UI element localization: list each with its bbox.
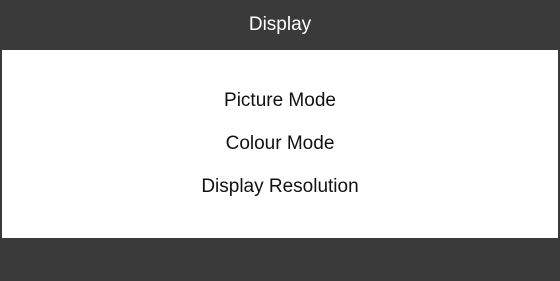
- menu-item-colour-mode[interactable]: Colour Mode: [214, 122, 347, 165]
- title-bar: Display: [2, 0, 558, 50]
- osd-display-menu: Display Picture Mode Colour Mode Display…: [0, 0, 560, 281]
- menu-list: Picture Mode Colour Mode Display Resolut…: [2, 50, 558, 238]
- footer-bar: [0, 238, 560, 281]
- menu-title: Display: [248, 14, 312, 35]
- menu-item-picture-mode[interactable]: Picture Mode: [212, 79, 348, 122]
- menu-item-display-resolution[interactable]: Display Resolution: [189, 165, 370, 208]
